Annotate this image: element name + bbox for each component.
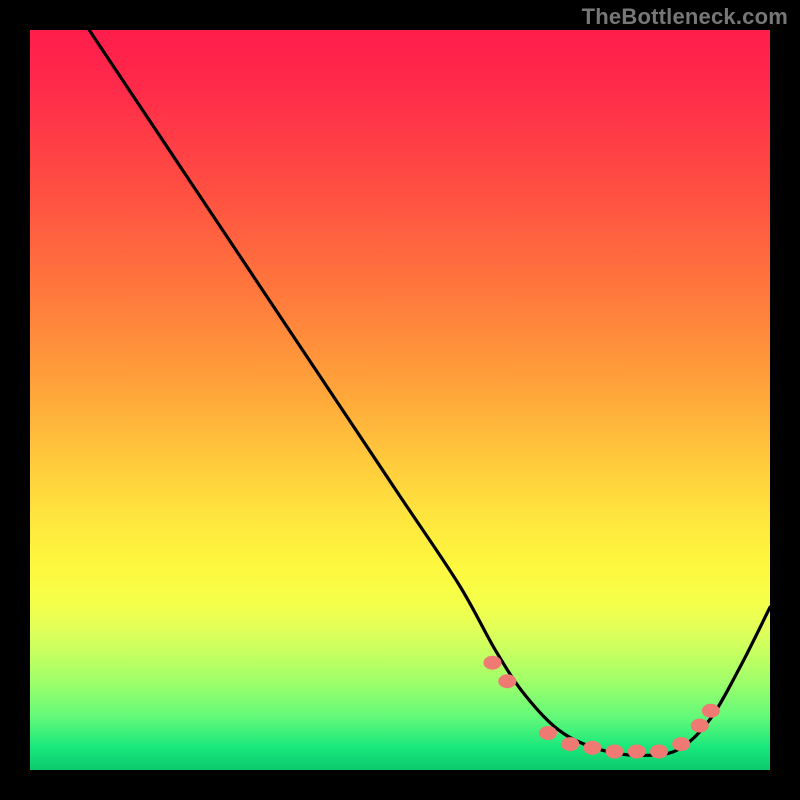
watermark-text: TheBottleneck.com [582, 4, 788, 30]
plot-area [30, 30, 770, 770]
chart-frame: TheBottleneck.com [0, 0, 800, 800]
